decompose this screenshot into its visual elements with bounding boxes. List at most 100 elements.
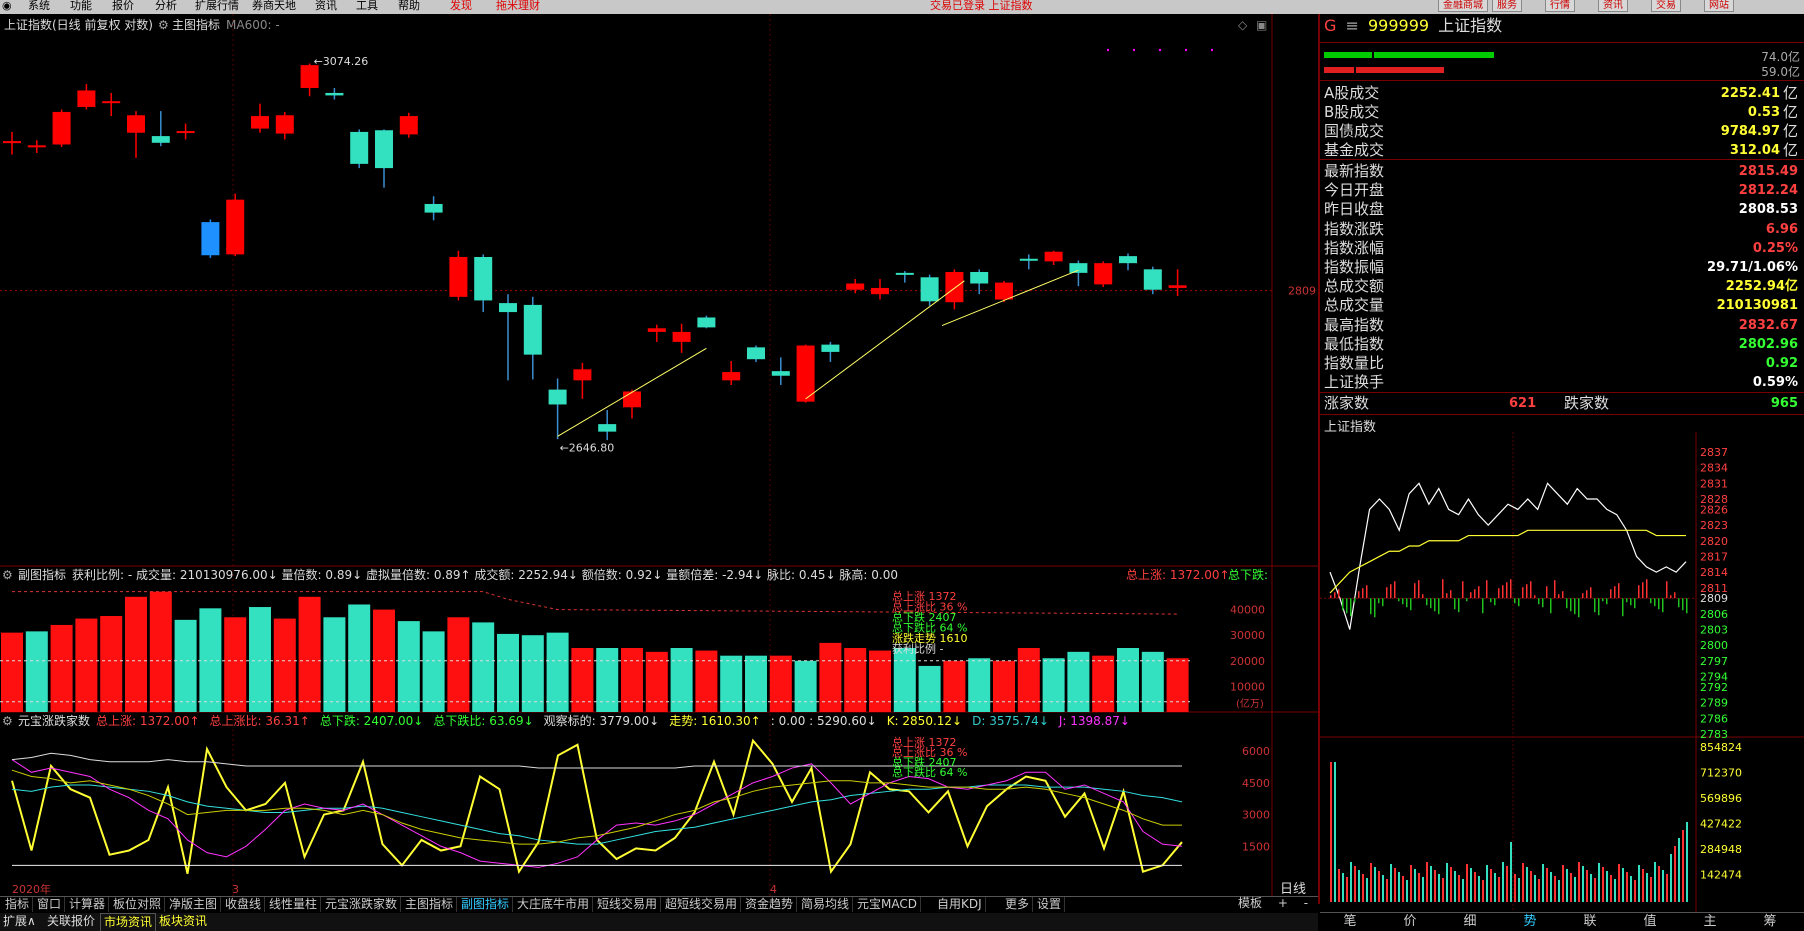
indicator-tab[interactable]: 线性量柱 bbox=[266, 897, 322, 912]
breadth-bar bbox=[1634, 598, 1636, 609]
volume-bar bbox=[323, 617, 346, 712]
chart-area[interactable]: 2809 ←3074.26 ←2646.80 2020年 3 4 40000 30000 20… bbox=[0, 14, 1318, 896]
volume-bar bbox=[249, 607, 271, 712]
detail-tab[interactable]: 细 bbox=[1440, 913, 1500, 931]
menu-icon[interactable]: ≡ bbox=[1346, 16, 1359, 35]
detail-tabs: 笔价细势联值主筹 bbox=[1320, 912, 1804, 931]
stat-row: 今日开盘 2812.24 bbox=[1324, 181, 1800, 200]
candle-body bbox=[77, 90, 96, 107]
tab-market[interactable]: 行情 bbox=[1545, 0, 1575, 12]
tab-news[interactable]: 资讯 bbox=[1598, 0, 1628, 12]
volume-chart: 40000300002000010000(亿万)总上涨 1372总上涨比 36 … bbox=[0, 589, 1265, 712]
indicator-tab[interactable]: 自用KDJ bbox=[934, 897, 986, 912]
breadth-bar bbox=[1418, 580, 1420, 599]
candle-body bbox=[127, 115, 145, 133]
detail-tab[interactable]: 势 bbox=[1500, 913, 1560, 931]
indicator-tab[interactable]: 设置 bbox=[1034, 897, 1066, 912]
tab-trade[interactable]: 交易 bbox=[1651, 0, 1681, 12]
menu-item-system[interactable]: 系统 bbox=[28, 0, 50, 12]
remove-button[interactable]: - bbox=[1304, 896, 1308, 910]
related-quote-tab[interactable]: 关联报价 bbox=[44, 913, 98, 930]
menu-item-finance[interactable]: 拖米理财 bbox=[496, 0, 540, 12]
stat-label: 基金成交 bbox=[1324, 141, 1385, 159]
volume-bar bbox=[1166, 658, 1189, 712]
detail-tab[interactable]: 值 bbox=[1620, 913, 1680, 931]
stat-label: 最低指数 bbox=[1324, 334, 1385, 353]
add-button[interactable]: + bbox=[1278, 896, 1288, 910]
template-button[interactable]: 模板 bbox=[1238, 896, 1262, 910]
stat-row: 上证换手 0.59% bbox=[1324, 373, 1800, 392]
breadth-bar bbox=[1330, 595, 1332, 599]
indicator-tab[interactable]: 短线交易用 bbox=[594, 897, 662, 912]
indicator-tab[interactable]: 净版主图 bbox=[166, 897, 222, 912]
volume-bar bbox=[125, 596, 147, 712]
sector-news-tab[interactable]: 板块资讯 bbox=[156, 913, 210, 930]
candle-body bbox=[449, 257, 468, 297]
indicator-tab[interactable]: 主图指标 bbox=[402, 897, 458, 912]
volume-bar bbox=[1510, 842, 1512, 902]
intraday-chart[interactable]: 2837283428312828282628232820281728142811… bbox=[1320, 432, 1804, 912]
sub1-total-up: 总上涨: 1372.00↑ bbox=[1126, 568, 1230, 582]
volume-bar bbox=[1546, 868, 1548, 902]
stat-label: B股成交 bbox=[1324, 103, 1380, 121]
breadth-bar bbox=[1462, 581, 1464, 599]
candle-body bbox=[27, 145, 46, 148]
indicator-tab[interactable]: 收盘线 bbox=[222, 897, 266, 912]
breadth-bar bbox=[1594, 598, 1596, 613]
detail-tab[interactable]: 主 bbox=[1680, 913, 1740, 931]
menu-item-ext-quote[interactable]: 扩展行情 bbox=[195, 0, 239, 12]
indicator-tab[interactable]: 超短线交易用 bbox=[662, 897, 742, 912]
candle-body bbox=[523, 304, 542, 355]
candle-body bbox=[3, 141, 21, 144]
volume-bar bbox=[1374, 867, 1376, 902]
volume-bar bbox=[1382, 875, 1384, 902]
indicator-tab[interactable]: 大庄底牛市用 bbox=[514, 897, 594, 912]
intraday-y-tick: 2806 bbox=[1700, 608, 1728, 621]
stat-value: 2808.53 bbox=[1738, 202, 1798, 218]
stat-label: 指数量比 bbox=[1324, 354, 1385, 372]
market-news-tab[interactable]: 市场资讯 bbox=[100, 913, 157, 931]
stat-value: 0.59% bbox=[1752, 375, 1798, 391]
detail-tab[interactable]: 笔 bbox=[1320, 913, 1380, 931]
menu-item-tools[interactable]: 工具 bbox=[356, 0, 378, 12]
sub1-title[interactable]: 副图指标 bbox=[18, 567, 66, 583]
sub1-settings-icon[interactable]: ⚙ bbox=[2, 567, 13, 583]
indicator-tab[interactable]: 副图指标 bbox=[458, 897, 514, 912]
indicator-tab[interactable]: 元宝涨跌家数 bbox=[322, 897, 402, 912]
app-icon[interactable]: ◉ bbox=[2, 0, 12, 12]
indicator-tab[interactable]: 板位对照 bbox=[110, 897, 166, 912]
indicator-tab[interactable]: 元宝MACD bbox=[854, 897, 921, 912]
menu-item-news[interactable]: 资讯 bbox=[315, 0, 337, 12]
candle-body bbox=[275, 115, 294, 134]
menu-item-function[interactable]: 功能 bbox=[70, 0, 92, 12]
volume-bar bbox=[546, 632, 569, 712]
indicator-tab[interactable]: 指标 bbox=[2, 897, 34, 912]
volume-bar bbox=[844, 648, 867, 712]
detail-tab[interactable]: 筹 bbox=[1740, 913, 1800, 931]
menu-item-help[interactable]: 帮助 bbox=[398, 0, 420, 12]
detail-tab[interactable]: 联 bbox=[1560, 913, 1620, 931]
sub2-value-item: 总下跌: 2407.00↓ bbox=[319, 714, 424, 728]
stat-label: 昨日收盘 bbox=[1324, 200, 1385, 219]
expand-button[interactable]: 扩展∧ bbox=[0, 913, 39, 930]
sub2-settings-icon[interactable]: ⚙ bbox=[2, 713, 13, 729]
indicator-tab[interactable]: 计算器 bbox=[66, 897, 110, 912]
indicator-tab[interactable]: 窗口 bbox=[34, 897, 66, 912]
menu-item-quote[interactable]: 报价 bbox=[112, 0, 134, 12]
menu-item-broker[interactable]: 券商天地 bbox=[252, 0, 296, 12]
tab-service[interactable]: 服务 bbox=[1492, 0, 1522, 12]
tab-website[interactable]: 网站 bbox=[1704, 0, 1734, 12]
period-label[interactable]: 日线 bbox=[1280, 878, 1306, 897]
indicator-tab[interactable]: 资金趋势 bbox=[742, 897, 798, 912]
breadth-bar bbox=[1618, 583, 1620, 599]
sub2-title[interactable]: 元宝涨跌家数 bbox=[18, 713, 90, 729]
tab-mall[interactable]: 金融商城 bbox=[1438, 0, 1488, 12]
menu-item-analysis[interactable]: 分析 bbox=[155, 0, 177, 12]
volume-bar bbox=[1092, 655, 1115, 712]
detail-tab[interactable]: 价 bbox=[1380, 913, 1440, 931]
breadth-bar bbox=[1654, 598, 1656, 607]
menu-item-discover[interactable]: 发现 bbox=[450, 0, 472, 12]
stat-value: 2252.41 bbox=[1720, 86, 1780, 101]
indicator-tab[interactable]: 更多 bbox=[1002, 897, 1034, 912]
indicator-tab[interactable]: 简易均线 bbox=[798, 897, 854, 912]
